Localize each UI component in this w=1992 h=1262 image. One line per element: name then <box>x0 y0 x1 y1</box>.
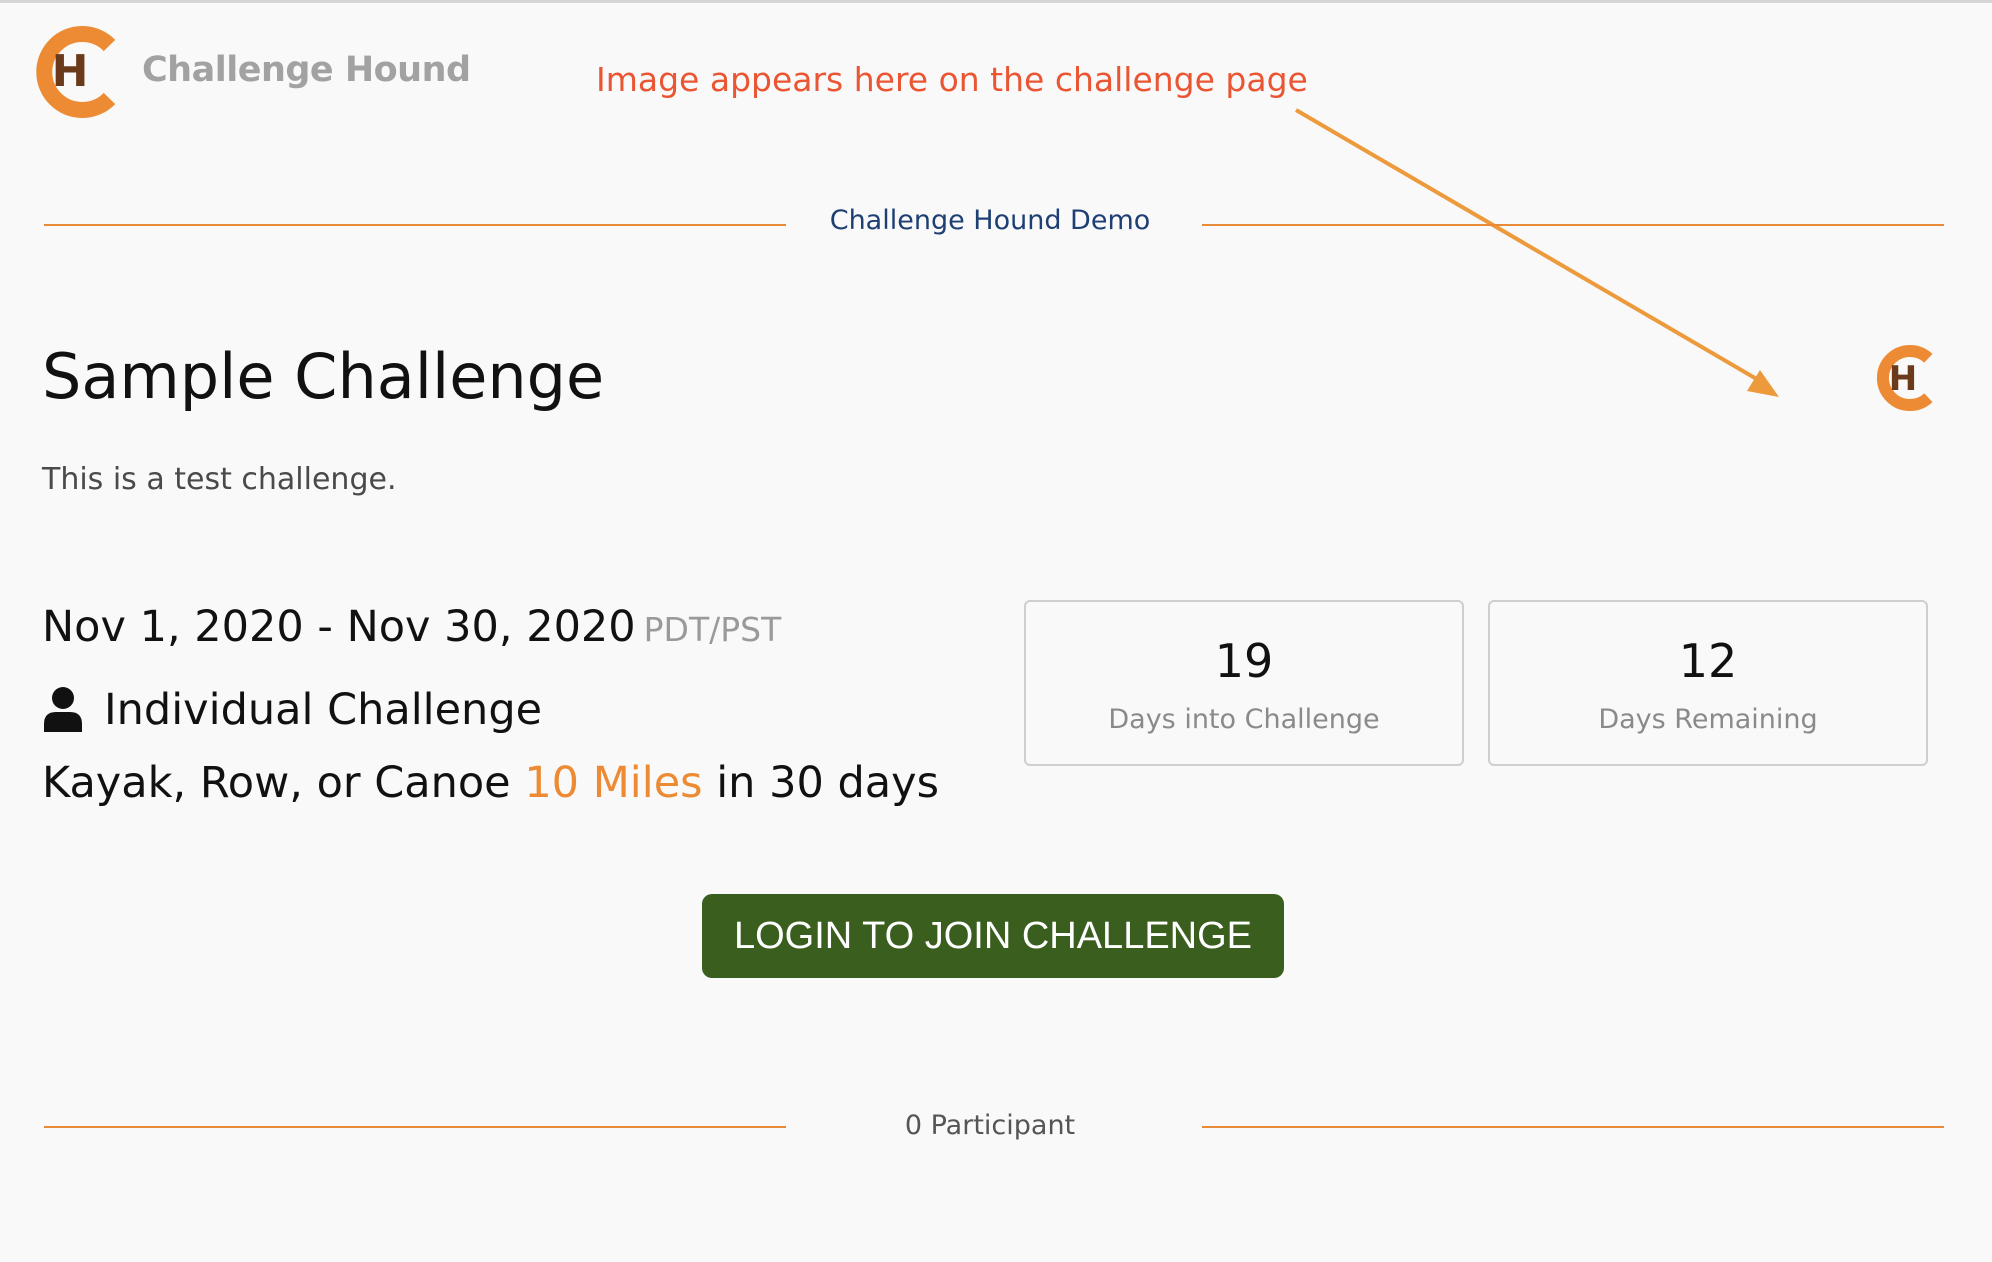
divider-line-right <box>1202 224 1944 226</box>
challenge-description: This is a test challenge. <box>42 462 397 497</box>
stat-days-into-label: Days into Challenge <box>1108 704 1380 735</box>
challenge-type: Individual Challenge <box>42 680 542 740</box>
date-range-text: Nov 1, 2020 - Nov 30, 2020 <box>42 602 636 652</box>
timezone-label: PDT/PST <box>643 610 782 649</box>
goal-duration: in 30 days <box>716 758 939 808</box>
divider-line-left <box>44 224 786 226</box>
brand-logo-letter: H <box>52 46 89 97</box>
stat-days-remaining: 12 Days Remaining <box>1488 600 1928 766</box>
participant-count[interactable]: 0 Participant <box>790 1110 1190 1141</box>
participants-divider-right <box>1202 1126 1944 1128</box>
stat-days-remaining-value: 12 <box>1678 634 1738 688</box>
person-icon <box>44 687 82 732</box>
goal-distance: 10 Miles <box>524 758 703 808</box>
challenge-logo-letter: H <box>1889 359 1917 399</box>
organization-name[interactable]: Challenge Hound Demo <box>790 205 1190 236</box>
brand-logo-icon[interactable]: H <box>30 24 116 120</box>
challenge-title: Sample Challenge <box>42 340 605 413</box>
annotation-text: Image appears here on the challenge page <box>596 60 1308 99</box>
goal-activities: Kayak, Row, or Canoe <box>42 758 511 808</box>
challenge-dates: Nov 1, 2020 - Nov 30, 2020 PDT/PST <box>42 602 781 652</box>
challenge-logo-icon: H <box>1877 345 1933 411</box>
top-border <box>0 0 1992 3</box>
stat-days-into: 19 Days into Challenge <box>1024 600 1464 766</box>
participants-divider-left <box>44 1126 786 1128</box>
brand-name[interactable]: Challenge Hound <box>142 50 471 90</box>
challenge-type-label: Individual Challenge <box>104 685 543 735</box>
login-to-join-button[interactable]: LOGIN TO JOIN CHALLENGE <box>702 894 1284 978</box>
stat-days-into-value: 19 <box>1214 634 1274 688</box>
challenge-goal: Kayak, Row, or Canoe 10 Miles in 30 days <box>42 758 939 808</box>
stat-days-remaining-label: Days Remaining <box>1598 704 1818 735</box>
